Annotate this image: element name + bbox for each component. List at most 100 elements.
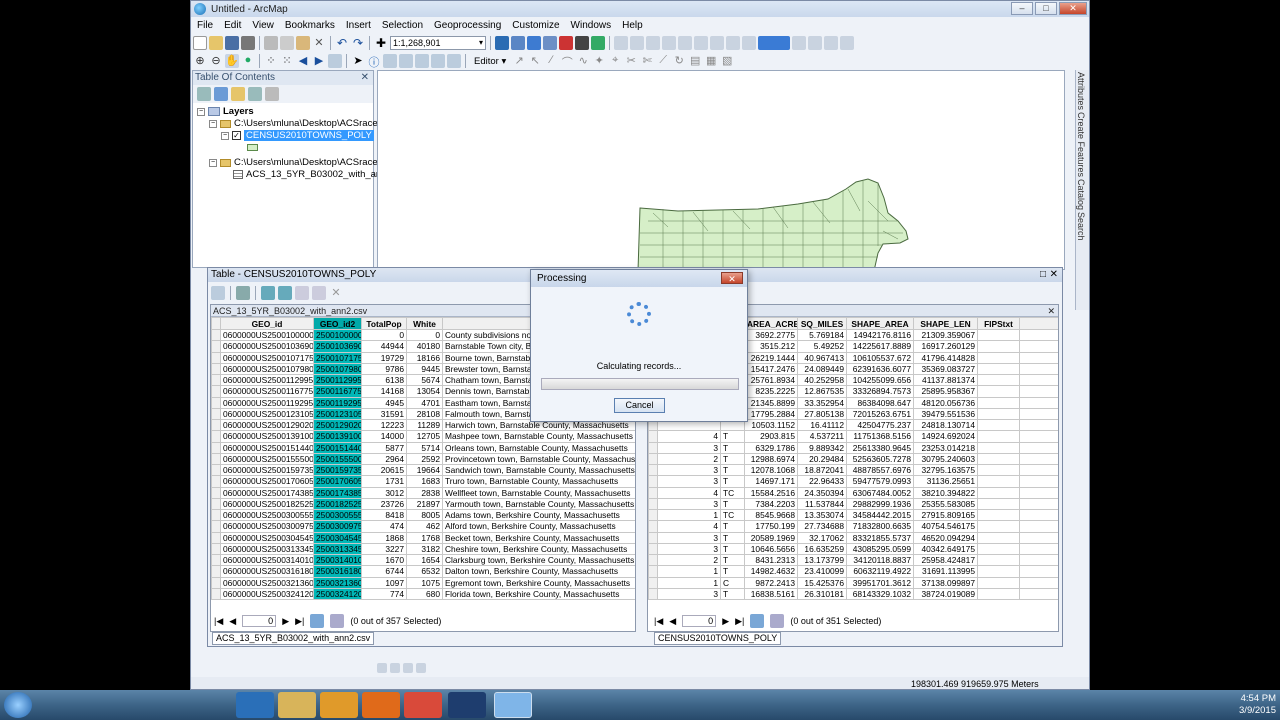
table-cell[interactable]: Cheshire town, Berkshire County, Massach…	[442, 542, 635, 556]
table-cell[interactable]: 25958.424817	[913, 553, 978, 567]
clear-selection-icon[interactable]	[295, 286, 309, 300]
table-row[interactable]: 1 C 9872.2413 15.425376 39951701.3612 37138.0…	[648, 576, 1058, 589]
row-selector[interactable]	[648, 441, 658, 454]
table-cell[interactable]: 27.805138	[797, 407, 847, 421]
menu-geoprocessing[interactable]: Geoprocessing	[434, 20, 501, 31]
point-icon[interactable]: ✦	[592, 54, 606, 68]
table-cell[interactable]: 9.889342	[797, 441, 847, 454]
table-cell[interactable]: 3692.2775	[744, 328, 798, 342]
table-row[interactable]: 3 T 14697.171 22.96433 59477579.0993 31136.25…	[648, 475, 1058, 488]
table-cell[interactable]: 41137.881374	[913, 373, 978, 387]
row-selector[interactable]	[211, 475, 221, 488]
table-cell[interactable]: 21345.8899	[744, 396, 798, 409]
arcmap-taskbar-icon[interactable]	[494, 692, 532, 718]
table-cell[interactable]: 16917.260129	[913, 340, 978, 353]
row-selector[interactable]	[211, 385, 221, 398]
attributes-icon[interactable]: ▤	[688, 54, 702, 68]
table-cell[interactable]: 2500155500	[313, 452, 362, 466]
row-selector[interactable]	[211, 497, 221, 511]
identify-icon[interactable]: ⓘ	[367, 54, 381, 69]
table-cell[interactable]: 2903.815	[744, 430, 798, 443]
table-cell[interactable]	[977, 441, 1020, 454]
table-cell[interactable]: 23726	[361, 497, 407, 511]
table-cell[interactable]: 30795.240603	[913, 452, 978, 466]
table-row[interactable]: 3 T 12078.1068 18.872041 48878557.6976 32795.…	[648, 463, 1058, 477]
table-cell[interactable]: Clarksburg town, Berkshire County, Massa…	[442, 553, 635, 567]
table-row[interactable]: 3 T 6329.1786 9.889342 25613380.9645 23253.01…	[648, 441, 1058, 454]
reshape-icon[interactable]: ✂	[624, 54, 638, 68]
table-cell[interactable]: 32795.163575	[913, 463, 978, 477]
table-cell[interactable]: 8418	[361, 508, 407, 522]
row-selector[interactable]	[211, 565, 221, 578]
table-row[interactable]: 3 T 20589.1969 32.17062 83321855.5737 46520.0…	[648, 531, 1058, 544]
table-row[interactable]: 3 T 10646.5656 16.635259 43085295.0599 40342.…	[648, 542, 1058, 556]
table-cell[interactable]: 0	[406, 328, 443, 342]
table-cell[interactable]: 15584.2516	[744, 486, 798, 499]
table-cell[interactable]: 11.537844	[797, 497, 847, 511]
polygon-symbol-icon[interactable]	[247, 144, 258, 151]
row-selector[interactable]	[648, 576, 658, 589]
table-cell[interactable]: Egremont town, Berkshire County, Massach…	[442, 576, 635, 589]
layer1-symbol[interactable]	[247, 144, 258, 151]
table-cell[interactable]: T	[720, 452, 745, 466]
table-cell[interactable]: 4.537211	[797, 430, 847, 443]
table-cell[interactable]: 2500119295	[313, 396, 362, 409]
georef-tool-4-icon[interactable]	[662, 36, 676, 50]
collapse-icon[interactable]: −	[209, 158, 217, 167]
table-row[interactable]: 0600000US2500321360 2500321360 1097 1075 Egr…	[211, 576, 635, 589]
table-cell[interactable]: Alford town, Berkshire County, Massachus…	[442, 520, 635, 533]
measure-icon[interactable]	[399, 54, 413, 68]
pan-icon[interactable]: ✋	[225, 54, 239, 68]
table-cell[interactable]: 0600000US2500151440	[220, 441, 314, 454]
table-cell[interactable]	[977, 418, 1020, 432]
table-cell[interactable]: 8005	[406, 508, 443, 522]
table-cell[interactable]	[977, 452, 1020, 466]
table-cell[interactable]: 18166	[406, 351, 443, 364]
layout-tool-2-icon[interactable]	[808, 36, 822, 50]
table-cell[interactable]	[977, 587, 1020, 601]
table-cell[interactable]: 8545.9668	[744, 508, 798, 522]
zoom-in-icon[interactable]: ⊕	[193, 54, 207, 68]
table-row[interactable]: 0600000US2500159735 2500159735 20615 19664 S…	[211, 463, 635, 477]
left-table-tab[interactable]: ACS_13_5YR_B03002_with_ann2.csv	[212, 632, 375, 645]
table-row[interactable]: 0600000US2500316180 2500316180 6744 6532 Dal…	[211, 565, 635, 578]
table-cell[interactable]: 0600000US2500155500	[220, 452, 314, 466]
table-cell[interactable]: 0600000US2500313345	[220, 542, 314, 556]
table-cell[interactable]: 16.41112	[797, 418, 847, 432]
table-cell[interactable]: 4	[657, 430, 721, 443]
table-cell[interactable]: 2500174385	[313, 486, 362, 499]
table-cell[interactable]: 33326894.7573	[846, 385, 914, 398]
table-cell[interactable]: 39479.551536	[913, 407, 978, 421]
table-cell[interactable]	[977, 497, 1020, 511]
table-cell[interactable]: 2500313345	[313, 542, 362, 556]
table-cell[interactable]	[977, 407, 1020, 421]
table-cell[interactable]	[977, 565, 1020, 578]
table-cell[interactable]: 2500324120	[313, 587, 362, 601]
table-cell[interactable]: 4945	[361, 396, 407, 409]
trace-icon[interactable]: ∿	[576, 54, 590, 68]
table-cell[interactable]	[977, 340, 1020, 353]
table-cell[interactable]: 5.769184	[797, 328, 847, 342]
fixed-zoom-in-icon[interactable]: ⁘	[264, 54, 278, 68]
column-header[interactable]: SQ_MILES	[797, 317, 847, 330]
layout-tool-1-icon[interactable]	[792, 36, 806, 50]
table-cell[interactable]: 3	[657, 587, 721, 601]
zoom-to-selected-icon[interactable]	[312, 286, 326, 300]
related-tables-icon[interactable]	[236, 286, 250, 300]
table-cell[interactable]: 40.252958	[797, 373, 847, 387]
table-cell[interactable]: 31691.113995	[913, 565, 978, 578]
table-row[interactable]: 0600000US2500151440 2500151440 5877 5714 Orl…	[211, 441, 635, 454]
table-cell[interactable]	[977, 430, 1020, 443]
table-cell[interactable]: C	[720, 576, 745, 589]
table-cell[interactable]: 12.867535	[797, 385, 847, 398]
table-cell[interactable]: 19729	[361, 351, 407, 364]
table-cell[interactable]: 40180	[406, 340, 443, 353]
table-cell[interactable]: 5714	[406, 441, 443, 454]
right-record-input[interactable]: 0	[682, 615, 717, 627]
table-maximize-icon[interactable]: □	[1040, 268, 1046, 282]
table-cell[interactable]: 25895.958367	[913, 385, 978, 398]
chrome-icon[interactable]	[404, 692, 442, 718]
table-cell[interactable]: 22.96433	[797, 475, 847, 488]
table-cell[interactable]: 43085295.0599	[846, 542, 914, 556]
toc-folder2-row[interactable]: − C:\Users\mluna\Desktop\ACSrace	[209, 157, 378, 168]
